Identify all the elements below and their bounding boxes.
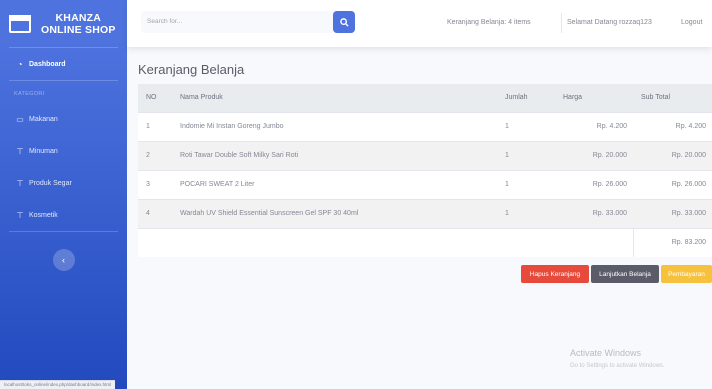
sidebar-item-minuman[interactable]: ⊤ Minuman bbox=[0, 135, 127, 167]
sidebar-item-label: Produk Segar bbox=[29, 179, 72, 187]
sidebar-item-label: Dashboard bbox=[29, 60, 66, 68]
cart-actions: Hapus Keranjang Lanjutkan Belanja Pembay… bbox=[0, 265, 712, 283]
total-spacer bbox=[138, 228, 633, 257]
row-product-name: Indomie Mi Instan Goreng Jumbo bbox=[180, 123, 284, 130]
cart-table: NO Nama Produk Jumlah Harga Sub Total 1 … bbox=[138, 84, 712, 257]
sidebar: KHANZA ONLINE SHOP ◔ Dashboard KATEGORI … bbox=[0, 0, 127, 389]
sidebar-item-produk-segar[interactable]: ⊤ Produk Segar bbox=[0, 167, 127, 199]
payment-button[interactable]: Pembayaran bbox=[661, 265, 712, 283]
table-row: 3 POCARI SWEAT 2 Liter 1 Rp. 26.000 Rp. … bbox=[138, 170, 712, 199]
row-product-name: Wardah UV Shield Essential Sunscreen Gel… bbox=[180, 210, 359, 217]
search-input[interactable]: Search for... bbox=[141, 11, 347, 33]
brand-text: KHANZA ONLINE SHOP bbox=[41, 12, 116, 36]
sidebar-item-label: Kosmetik bbox=[29, 211, 58, 219]
dashboard-icon: ◔ bbox=[17, 59, 23, 69]
search-button[interactable] bbox=[333, 11, 355, 33]
sidebar-heading: KATEGORI bbox=[14, 91, 45, 97]
page-title: Keranjang Belanja bbox=[138, 62, 245, 77]
windows-activation-subtitle: Go to Settings to activate Windows. bbox=[570, 363, 665, 369]
tag-icon: ⊤ bbox=[16, 178, 24, 188]
sidebar-item-dashboard[interactable]: ◔ Dashboard bbox=[0, 48, 127, 80]
column-header-product: Nama Produk bbox=[180, 94, 223, 102]
logout-link[interactable]: Logout bbox=[681, 19, 702, 26]
continue-shopping-button[interactable]: Lanjutkan Belanja bbox=[591, 265, 659, 283]
row-subtotal: Rp. 33.000 bbox=[671, 210, 706, 217]
row-quantity: 1 bbox=[505, 210, 509, 217]
column-header-quantity: Jumlah bbox=[505, 94, 528, 102]
brand-line-1: KHANZA bbox=[55, 11, 102, 24]
row-no: 4 bbox=[146, 210, 150, 217]
row-product-name: POCARI SWEAT 2 Liter bbox=[180, 181, 255, 188]
cart-status[interactable]: Keranjang Belanja: 4 items bbox=[447, 19, 531, 26]
column-header-no: NO bbox=[146, 94, 157, 102]
total-row: Rp. 83.200 bbox=[138, 228, 712, 257]
store-icon bbox=[9, 14, 31, 33]
topbar: Search for... Keranjang Belanja: 4 items… bbox=[127, 0, 712, 47]
tag-icon: ⊤ bbox=[16, 146, 24, 156]
row-price: Rp. 20.000 bbox=[592, 152, 627, 159]
table-row: 4 Wardah UV Shield Essential Sunscreen G… bbox=[138, 199, 712, 228]
brand-line-2: ONLINE SHOP bbox=[41, 23, 116, 36]
column-header-subtotal: Sub Total bbox=[641, 94, 671, 102]
row-no: 3 bbox=[146, 181, 150, 188]
row-quantity: 1 bbox=[505, 123, 509, 130]
topbar-divider bbox=[561, 13, 562, 33]
row-product-name: Roti Tawar Double Soft Milky Sari Roti bbox=[180, 152, 299, 159]
sidebar-item-label: Minuman bbox=[29, 147, 58, 155]
row-subtotal: Rp. 4.200 bbox=[675, 123, 706, 130]
row-price: Rp. 4.200 bbox=[596, 123, 627, 130]
table-header: NO Nama Produk Jumlah Harga Sub Total bbox=[138, 84, 712, 112]
search-icon bbox=[339, 17, 349, 27]
sidebar-divider bbox=[9, 231, 118, 232]
row-quantity: 1 bbox=[505, 152, 509, 159]
row-subtotal: Rp. 20.000 bbox=[671, 152, 706, 159]
sidebar-item-label: Makanan bbox=[29, 115, 58, 123]
user-greeting[interactable]: Selamat Datang rozzaq123 bbox=[567, 19, 652, 26]
clear-cart-button[interactable]: Hapus Keranjang bbox=[521, 265, 589, 283]
row-quantity: 1 bbox=[505, 181, 509, 188]
brand[interactable]: KHANZA ONLINE SHOP bbox=[0, 0, 127, 47]
sidebar-item-makanan[interactable]: ▭ Makanan bbox=[0, 103, 127, 135]
table-row: 2 Roti Tawar Double Soft Milky Sari Roti… bbox=[138, 141, 712, 170]
cart-total: Rp. 83.200 bbox=[632, 228, 712, 257]
sidebar-item-kosmetik[interactable]: ⊤ Kosmetik bbox=[0, 199, 127, 231]
column-header-price: Harga bbox=[563, 94, 583, 102]
table-row: 1 Indomie Mi Instan Goreng Jumbo 1 Rp. 4… bbox=[138, 112, 712, 141]
monitor-icon: ▭ bbox=[16, 114, 24, 124]
status-url: localhost/toko_online/index.php/dashboar… bbox=[0, 380, 116, 389]
windows-activation-title: Activate Windows bbox=[570, 348, 642, 358]
row-no: 1 bbox=[146, 123, 150, 130]
chevron-left-icon: ‹ bbox=[62, 255, 65, 265]
row-no: 2 bbox=[146, 152, 150, 159]
row-subtotal: Rp. 26.000 bbox=[671, 181, 706, 188]
row-price: Rp. 33.000 bbox=[592, 210, 627, 217]
tag-icon: ⊤ bbox=[16, 210, 24, 220]
row-price: Rp. 26.000 bbox=[592, 181, 627, 188]
